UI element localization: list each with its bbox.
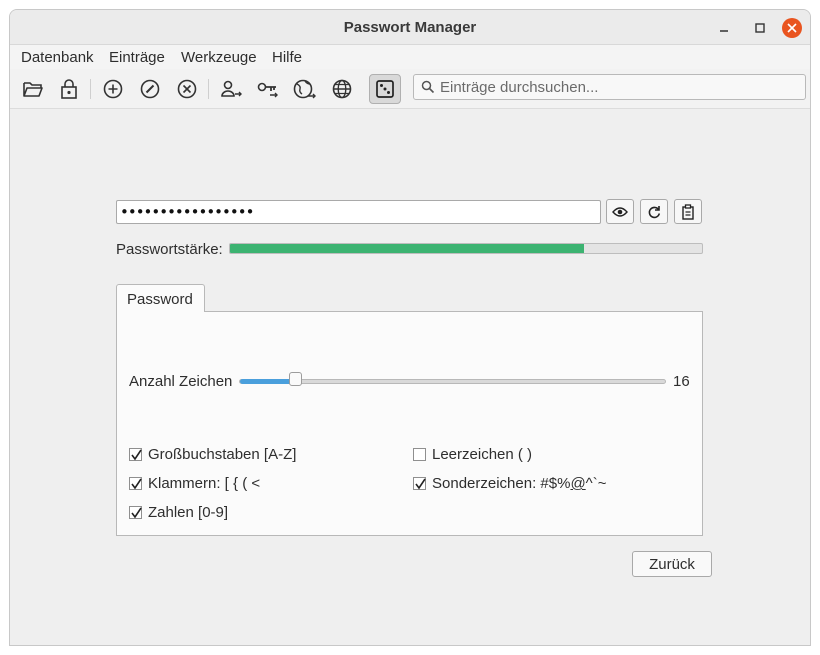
checkbox-special-box[interactable] bbox=[413, 477, 426, 490]
globe-icon bbox=[332, 79, 352, 99]
open-database-button[interactable] bbox=[17, 74, 49, 104]
menu-bar: Datenbank Einträge Werkzeuge Hilfe bbox=[10, 45, 810, 69]
checkbox-digits-label: Zahlen [0-9] bbox=[148, 504, 229, 521]
checkbox-digits[interactable]: Zahlen [0-9] bbox=[129, 504, 228, 521]
length-value: 16 bbox=[673, 373, 690, 390]
refresh-icon bbox=[648, 205, 661, 218]
search-input[interactable] bbox=[440, 77, 800, 97]
close-button[interactable] bbox=[782, 18, 802, 38]
menu-werkzeuge[interactable]: Werkzeuge bbox=[181, 49, 257, 66]
toggle-visibility-button[interactable] bbox=[606, 199, 634, 224]
password-masked-text: ••••••••••••••••• bbox=[120, 203, 254, 221]
search-field[interactable] bbox=[413, 74, 806, 100]
toolbar-separator bbox=[90, 79, 91, 99]
user-to-clipboard-icon bbox=[221, 80, 242, 97]
search-icon bbox=[421, 80, 435, 94]
delete-entry-button[interactable] bbox=[171, 74, 203, 104]
delete-entry-icon bbox=[177, 79, 197, 99]
checkbox-uppercase-label: Großbuchstaben [A-Z] bbox=[148, 446, 297, 463]
checkbox-brackets-box[interactable] bbox=[129, 477, 142, 490]
length-slider[interactable] bbox=[239, 379, 666, 384]
copy-username-button[interactable] bbox=[215, 74, 247, 104]
edit-entry-icon bbox=[140, 79, 160, 99]
checkbox-special-label: Sonderzeichen: #$%@^`~ bbox=[432, 475, 606, 492]
checkbox-spaces[interactable]: Leerzeichen ( ) bbox=[413, 446, 532, 463]
app-window: Passwort Manager Datenbank Einträge Werk… bbox=[9, 9, 811, 646]
checkbox-uppercase-box[interactable] bbox=[129, 448, 142, 461]
checkmark-icon bbox=[131, 507, 142, 519]
minimize-icon bbox=[720, 30, 728, 32]
open-url-button[interactable] bbox=[289, 74, 321, 104]
add-entry-button[interactable] bbox=[97, 74, 129, 104]
back-button[interactable]: Zurück bbox=[632, 551, 712, 577]
strength-bar bbox=[229, 243, 703, 254]
checkmark-icon bbox=[131, 478, 142, 490]
checkbox-brackets[interactable]: Klammern: [ { ( < bbox=[129, 475, 260, 492]
maximize-icon bbox=[755, 23, 765, 33]
length-slider-handle[interactable] bbox=[288, 372, 302, 386]
lock-database-button[interactable] bbox=[53, 74, 85, 104]
key-to-clipboard-icon bbox=[257, 82, 278, 98]
title-bar: Passwort Manager bbox=[10, 10, 810, 45]
menu-datenbank[interactable]: Datenbank bbox=[21, 49, 94, 66]
checkmark-icon bbox=[131, 449, 142, 461]
copy-password-button[interactable] bbox=[252, 74, 284, 104]
menu-eintraege[interactable]: Einträge bbox=[109, 49, 165, 66]
checkbox-uppercase[interactable]: Großbuchstaben [A-Z] bbox=[129, 446, 296, 463]
menu-hilfe[interactable]: Hilfe bbox=[272, 49, 302, 66]
edit-entry-button[interactable] bbox=[134, 74, 166, 104]
special-label-suffix: ^`~ bbox=[585, 475, 607, 492]
length-slider-fill bbox=[240, 379, 296, 384]
copy-password-clipboard-button[interactable] bbox=[674, 199, 702, 224]
strength-label: Passwortstärke: bbox=[116, 241, 223, 258]
checkbox-spaces-label: Leerzeichen ( ) bbox=[432, 446, 533, 463]
tab-password-label: Password bbox=[127, 291, 193, 308]
window-title: Passwort Manager bbox=[343, 19, 477, 36]
toolbar-separator bbox=[208, 79, 209, 99]
lock-icon bbox=[61, 79, 77, 99]
checkbox-brackets-label: Klammern: [ { ( < bbox=[148, 475, 261, 492]
checkbox-digits-box[interactable] bbox=[129, 506, 142, 519]
checkbox-spaces-box[interactable] bbox=[413, 448, 426, 461]
globe-open-icon bbox=[293, 79, 316, 99]
minimize-button[interactable] bbox=[714, 18, 734, 38]
copy-url-button[interactable] bbox=[326, 74, 358, 104]
dice-icon bbox=[376, 80, 394, 98]
password-options-panel: Anzahl Zeichen 16 Großbuchstaben [A-Z] K… bbox=[116, 311, 703, 536]
password-generator-button[interactable] bbox=[369, 74, 401, 104]
toolbar bbox=[10, 69, 810, 109]
strength-bar-fill bbox=[230, 244, 584, 253]
special-label-mnemonic: @ bbox=[570, 475, 586, 492]
generated-password-field[interactable]: ••••••••••••••••• bbox=[116, 200, 601, 224]
regenerate-button[interactable] bbox=[640, 199, 668, 224]
clipboard-icon bbox=[682, 203, 694, 220]
checkbox-special[interactable]: Sonderzeichen: #$%@^`~ bbox=[413, 475, 606, 492]
tab-password[interactable]: Password bbox=[116, 284, 205, 312]
maximize-button[interactable] bbox=[750, 18, 770, 38]
checkmark-icon bbox=[415, 478, 426, 490]
folder-open-icon bbox=[23, 82, 43, 97]
close-icon bbox=[787, 23, 797, 33]
special-label-prefix: Sonderzeichen: #$% bbox=[432, 475, 571, 492]
length-label: Anzahl Zeichen bbox=[129, 373, 233, 390]
add-entry-icon bbox=[103, 79, 123, 99]
eye-icon bbox=[612, 206, 628, 217]
